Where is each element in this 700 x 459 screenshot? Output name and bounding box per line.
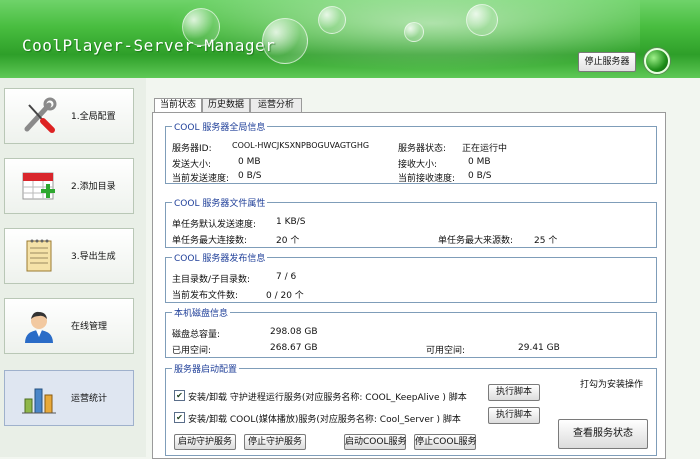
disk-info-group: 本机磁盘信息 磁盘总容量: 298.08 GB 已用空间: 268.67 GB … [165, 306, 657, 358]
recv-speed-label: 当前接收速度: [398, 174, 456, 184]
sidebar-item-label: 3.导出生成 [71, 252, 116, 262]
start-cool-service-button[interactable]: 启动COOL服务 [344, 434, 406, 450]
sidebar-item-label: 2.添加目录 [71, 182, 116, 192]
publish-info-group: COOL 服务器发布信息 主目录数/子目录数: 7 / 6 当前发布文件数: 0… [165, 251, 657, 303]
send-speed-value: 0 B/S [238, 171, 262, 181]
exec-cool-server-script-button[interactable]: 执行脚本 [488, 407, 540, 424]
decor-bubble [318, 6, 346, 34]
stop-cool-service-button[interactable]: 停止COOL服务 [414, 434, 476, 450]
wrench-screwdriver-icon [24, 97, 57, 133]
disk-used-value: 268.67 GB [270, 343, 318, 353]
sidebar-item-add-directory[interactable]: 2.添加目录 [4, 158, 134, 214]
send-speed-label: 当前发送速度: [172, 174, 230, 184]
group-title: COOL 服务器发布信息 [172, 251, 268, 264]
stop-server-button[interactable]: 停止服务器 [578, 52, 636, 72]
default-speed-label: 单任务默认发送速度: [172, 220, 257, 230]
disk-used-label: 已用空间: [172, 346, 212, 356]
server-id-value: COOL-HWCJKSXNPBOGUVAGTGHG [232, 141, 370, 150]
max-src-label: 单任务最大来源数: [438, 236, 514, 246]
stop-guard-service-button[interactable]: 停止守护服务 [244, 434, 306, 450]
sidebar-item-export[interactable]: 3.导出生成 [4, 228, 134, 284]
file-attr-group: COOL 服务器文件属性 单任务默认发送速度: 1 KB/S 单任务最大连接数:… [165, 196, 657, 248]
server-status-indicator [644, 48, 670, 74]
check-service-status-button[interactable]: 查看服务状态 [558, 419, 648, 449]
max-conn-label: 单任务最大连接数: [172, 236, 248, 246]
recv-size-value: 0 MB [468, 157, 491, 167]
files-value: 0 / 20 个 [266, 291, 304, 301]
keepalive-install-checkbox[interactable]: ✔ [174, 390, 185, 401]
cool-server-row-label: 安装/卸载 COOL(媒体播放)服务(对应服务名称: Cool_Server )… [188, 415, 461, 425]
status-panel: COOL 服务器全局信息 服务器ID: COOL-HWCJKSXNPBOGUVA… [152, 112, 666, 459]
max-conn-value: 20 个 [276, 236, 300, 246]
disk-free-value: 29.41 GB [518, 343, 560, 353]
decor-bubble [466, 4, 498, 36]
cool-server-install-checkbox[interactable]: ✔ [174, 412, 185, 423]
disk-total-label: 磁盘总容量: [172, 330, 221, 340]
exec-keepalive-script-button[interactable]: 执行脚本 [488, 384, 540, 401]
app-header: CoolPlayer-Server-Manager 停止服务器 [0, 0, 700, 78]
sidebar-item-label: 在线管理 [71, 322, 108, 332]
server-status-value: 正在运行中 [462, 144, 508, 154]
main-content: 当前状态 历史数据 运营分析 COOL 服务器全局信息 服务器ID: COOL-… [148, 88, 666, 459]
sidebar-item-statistics[interactable]: 运营统计 [4, 370, 134, 426]
sidebar: 1.全局配置 2.添加目录 3.导出生成 在线管理 运营统计 [0, 78, 146, 457]
user-avatar-icon [25, 311, 53, 343]
dirs-value: 7 / 6 [276, 272, 297, 282]
group-title: COOL 服务器文件属性 [172, 196, 268, 209]
server-id-label: 服务器ID: [172, 144, 212, 154]
sidebar-item-global-config[interactable]: 1.全局配置 [4, 88, 134, 144]
start-guard-service-button[interactable]: 启动守护服务 [174, 434, 236, 450]
recv-speed-value: 0 B/S [468, 171, 492, 181]
group-title: 本机磁盘信息 [172, 306, 231, 319]
disk-free-label: 可用空间: [426, 346, 466, 356]
decor-bubble [404, 22, 424, 42]
tab-operation-analysis[interactable]: 运营分析 [250, 98, 302, 112]
sidebar-item-label: 1.全局配置 [71, 112, 116, 122]
keepalive-row-label: 安装/卸载 守护进程运行服务(对应服务名称: COOL_KeepAlive ) … [188, 393, 467, 403]
group-title: COOL 服务器全局信息 [172, 120, 268, 133]
dirs-label: 主目录数/子目录数: [172, 275, 251, 285]
bar-chart-icon [22, 388, 56, 414]
sent-size-value: 0 MB [238, 157, 261, 167]
server-status-label: 服务器状态: [398, 144, 447, 154]
disk-total-value: 298.08 GB [270, 327, 318, 337]
default-speed-value: 1 KB/S [276, 217, 306, 227]
global-info-group: COOL 服务器全局信息 服务器ID: COOL-HWCJKSXNPBOGUVA… [165, 120, 657, 184]
tab-current-status[interactable]: 当前状态 [154, 98, 202, 113]
recv-size-label: 接收大小: [398, 160, 438, 170]
notepad-icon [26, 239, 52, 272]
sidebar-item-online-management[interactable]: 在线管理 [4, 298, 134, 354]
app-title: CoolPlayer-Server-Manager [22, 36, 276, 55]
tab-history-data[interactable]: 历史数据 [202, 98, 250, 112]
startup-config-group: 服务器启动配置 打勾为安装操作 ✔ 安装/卸载 守护进程运行服务(对应服务名称:… [165, 362, 657, 456]
group-title: 服务器启动配置 [172, 362, 240, 375]
calendar-add-icon [22, 172, 55, 200]
files-label: 当前发布文件数: [172, 291, 239, 301]
sidebar-item-label: 运营统计 [71, 394, 108, 404]
max-src-value: 25 个 [534, 236, 558, 246]
install-hint: 打勾为安装操作 [580, 380, 644, 390]
sent-size-label: 发送大小: [172, 160, 212, 170]
